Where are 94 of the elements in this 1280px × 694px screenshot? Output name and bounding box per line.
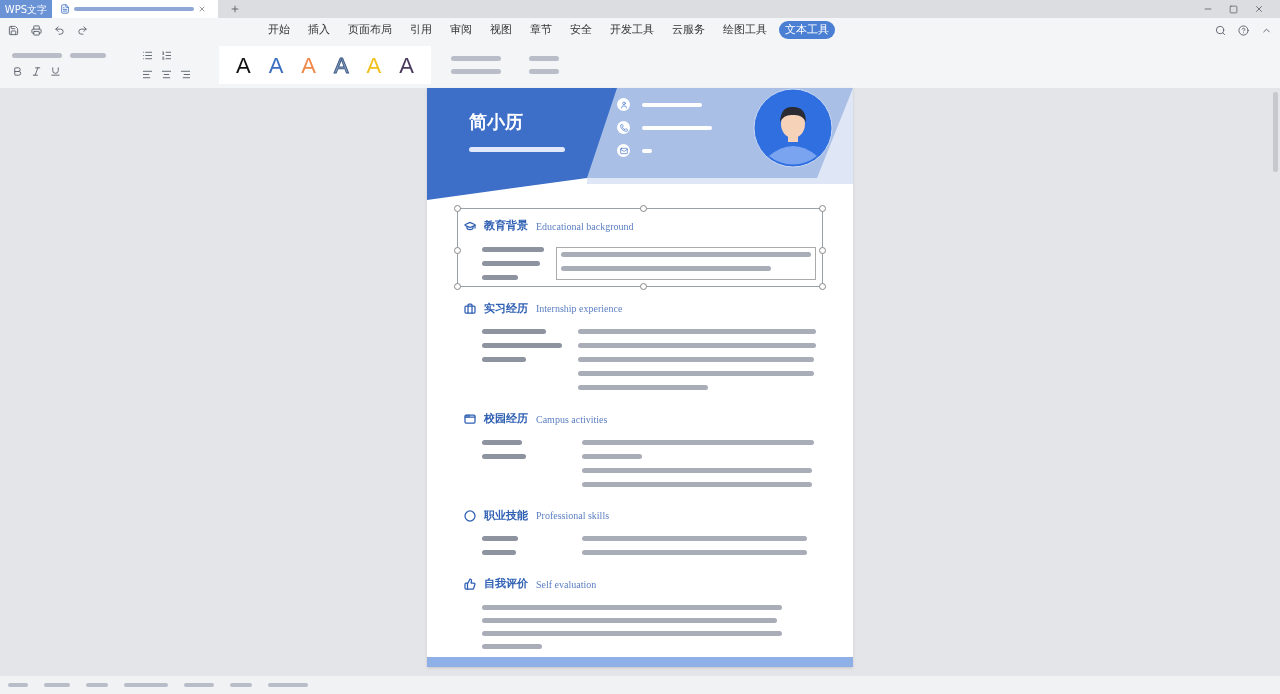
blurred-text <box>482 246 544 252</box>
blurred-text <box>482 453 526 459</box>
resize-handle[interactable] <box>819 282 826 290</box>
undo-icon[interactable] <box>54 24 65 36</box>
blurred-text <box>86 683 108 687</box>
section-subtitle: Professional skills <box>536 509 610 524</box>
close-icon[interactable] <box>198 5 206 13</box>
resize-handle[interactable] <box>640 205 647 212</box>
blurred-text <box>482 260 540 266</box>
help-icon[interactable] <box>1238 24 1249 36</box>
resume-name: 简小历 <box>469 110 524 134</box>
blurred-text <box>482 550 516 555</box>
text-style-preset[interactable]: A <box>268 48 284 82</box>
text-style-preset[interactable]: A <box>333 48 349 82</box>
blurred-text <box>482 329 546 334</box>
blurred-text <box>582 453 642 459</box>
resize-handle[interactable] <box>819 247 826 255</box>
resume-section[interactable]: 职业技能 Professional skills <box>457 497 823 562</box>
selected-text-box[interactable]: 教育背景 Educational background <box>457 208 823 287</box>
blurred-text <box>12 53 62 58</box>
resume-section[interactable]: 校园经历 Campus activities <box>457 401 823 494</box>
ribbon-tab[interactable]: 引用 <box>404 20 438 40</box>
blurred-text <box>268 683 308 687</box>
document-tab[interactable] <box>52 0 218 18</box>
ribbon-tab[interactable]: 页面布局 <box>342 20 398 40</box>
ribbon-tab[interactable]: 开始 <box>262 20 296 40</box>
underline-icon[interactable] <box>50 66 61 77</box>
section-title: 教育背景 <box>484 218 528 234</box>
italic-icon[interactable] <box>31 66 42 77</box>
blurred-text <box>70 53 106 58</box>
section-icon <box>464 220 476 233</box>
blurred-text <box>642 148 652 153</box>
numbered-list-icon[interactable] <box>161 50 172 61</box>
section-title: 实习经历 <box>484 300 528 317</box>
ribbon-tab[interactable]: 开发工具 <box>604 20 660 40</box>
ribbon-tab[interactable]: 文本工具 <box>779 20 835 40</box>
align-right-icon[interactable] <box>180 69 191 80</box>
section-icon <box>464 509 476 522</box>
blurred-text <box>529 56 559 61</box>
ribbon-tab[interactable]: 插入 <box>302 20 336 40</box>
section-title: 职业技能 <box>484 507 528 524</box>
blurred-text <box>642 102 702 107</box>
section-subtitle: Campus activities <box>536 412 608 427</box>
blurred-text <box>642 125 712 130</box>
resize-handle[interactable] <box>819 205 826 212</box>
blurred-text <box>8 683 28 687</box>
section-subtitle: Educational background <box>536 219 634 234</box>
bullet-list-icon[interactable] <box>142 50 153 61</box>
blurred-text <box>451 69 501 74</box>
ribbon-tab[interactable]: 云服务 <box>666 20 711 40</box>
blurred-text <box>184 683 214 687</box>
blurred-text <box>451 56 501 61</box>
text-style-preset[interactable]: A <box>399 48 414 82</box>
save-icon[interactable] <box>8 24 19 36</box>
blurred-text <box>482 357 526 362</box>
print-icon[interactable] <box>31 24 42 36</box>
blurred-text <box>482 536 518 541</box>
section-icon <box>464 413 476 426</box>
align-center-icon[interactable] <box>161 69 172 80</box>
section-subtitle: Internship experience <box>536 302 623 317</box>
blurred-text <box>482 439 522 445</box>
blurred-text <box>482 274 518 280</box>
maximize-icon[interactable] <box>1229 4 1238 14</box>
section-icon <box>464 302 476 315</box>
ribbon-tab[interactable]: 安全 <box>564 20 598 40</box>
section-subtitle: Self evaluation <box>536 577 597 592</box>
ribbon-tab[interactable]: 审阅 <box>444 20 478 40</box>
document-icon <box>60 4 70 14</box>
close-icon[interactable] <box>1254 4 1264 14</box>
blurred-text <box>44 683 70 687</box>
ribbon-tab[interactable]: 章节 <box>524 20 558 40</box>
search-icon[interactable] <box>1215 24 1226 36</box>
section-title: 校园经历 <box>484 411 528 427</box>
resize-handle[interactable] <box>640 282 647 290</box>
blurred-text <box>529 69 559 74</box>
avatar-icon <box>753 88 833 168</box>
section-icon <box>464 578 476 591</box>
align-left-icon[interactable] <box>142 69 153 80</box>
blurred-text <box>124 683 168 687</box>
ribbon-tab[interactable]: 视图 <box>484 20 518 40</box>
text-style-preset[interactable]: A <box>236 48 251 82</box>
resize-handle[interactable] <box>454 205 461 212</box>
section-title: 自我评价 <box>484 576 528 592</box>
redo-icon[interactable] <box>77 24 88 36</box>
bold-icon[interactable] <box>12 66 23 77</box>
blurred-text <box>230 683 252 687</box>
resume-section[interactable]: 实习经历 Internship experience <box>457 290 823 397</box>
scrollbar[interactable] <box>1273 92 1278 172</box>
resize-handle[interactable] <box>454 247 461 255</box>
ribbon-tab[interactable]: 绘图工具 <box>717 20 773 40</box>
new-tab-icon[interactable] <box>230 4 240 14</box>
resize-handle[interactable] <box>454 282 461 290</box>
resume-section[interactable]: 自我评价 Self evaluation <box>457 566 823 656</box>
blurred-text <box>482 643 542 649</box>
